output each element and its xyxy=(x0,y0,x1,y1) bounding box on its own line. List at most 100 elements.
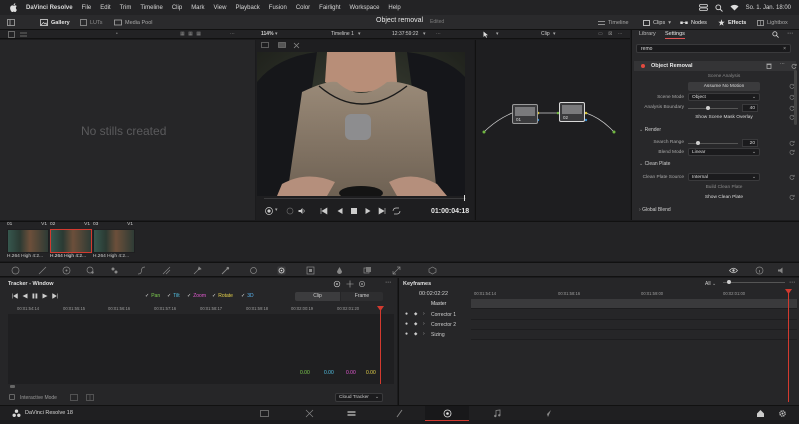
keyframes-zoom-slider[interactable] xyxy=(723,280,785,284)
track-forward-icon[interactable] xyxy=(42,293,48,299)
keyframes-track[interactable] xyxy=(471,330,797,340)
inspector-scrollbar[interactable] xyxy=(794,70,797,125)
blend-mode-select[interactable]: Linear ⌄ xyxy=(688,148,760,156)
track-reverse-icon[interactable] xyxy=(22,293,28,299)
build-clean-plate-button[interactable]: Build Clean Plate xyxy=(688,183,760,192)
keyframe-toggle-icon[interactable]: ◆ xyxy=(414,321,417,327)
interactive-mode-checkbox[interactable] xyxy=(9,394,15,400)
volume-icon[interactable] xyxy=(298,207,306,215)
go-to-end-icon[interactable] xyxy=(378,207,386,215)
keyframe-dot-icon[interactable]: ● xyxy=(405,321,408,327)
tracker-clip-tab[interactable]: Clip xyxy=(295,292,340,301)
cut-page-icon[interactable] xyxy=(305,409,314,418)
effect-options-icon[interactable]: ⋯ xyxy=(780,61,785,67)
search-range-field[interactable]: 20 xyxy=(742,139,758,147)
row-expand-chevron-right-icon[interactable]: › xyxy=(423,311,425,317)
node-01[interactable]: 01 xyxy=(512,104,538,124)
play-reverse-icon[interactable] xyxy=(336,207,344,215)
global-blend-section[interactable]: › Global Blend xyxy=(639,207,671,213)
show-scene-mask-overlay-button[interactable]: Show Scene Mask Overlay xyxy=(688,113,760,122)
clip-01[interactable]: 01 V1 H.264 High 4:2... xyxy=(7,222,49,262)
menu-view[interactable]: View xyxy=(214,5,227,11)
loop-playback-icon[interactable] xyxy=(392,207,401,215)
insert-point-icon[interactable] xyxy=(70,394,78,401)
wifi-icon[interactable] xyxy=(730,4,739,11)
deliver-page-icon[interactable] xyxy=(543,409,552,418)
media-page-icon[interactable] xyxy=(260,409,269,418)
panel-layout-icon[interactable] xyxy=(7,19,15,26)
effect-enabled-icon[interactable] xyxy=(641,64,645,68)
magic-mask-icon[interactable] xyxy=(306,266,315,275)
inspector-more-icon[interactable]: ⋯ xyxy=(787,30,793,37)
search-range-slider[interactable] xyxy=(688,141,738,145)
tracker-graph[interactable] xyxy=(8,306,394,384)
tilt-checkbox[interactable]: ✓ Tilt xyxy=(167,293,180,299)
effect-reset-icon[interactable] xyxy=(791,63,797,69)
analysis-boundary-knob[interactable] xyxy=(706,106,710,110)
viewer-options-icon[interactable]: ⋯ xyxy=(436,31,441,37)
tracker-type-select[interactable]: Cloud Tracker ⌄ xyxy=(335,393,383,402)
warper-icon[interactable] xyxy=(162,266,171,275)
timecode-dropdown-icon[interactable]: ▾ xyxy=(423,31,426,37)
keyframes-more-icon[interactable]: ⋯ xyxy=(789,279,795,286)
window-icon[interactable] xyxy=(249,266,258,275)
menu-edit[interactable]: Edit xyxy=(100,5,110,11)
clean-plate-source-select[interactable]: Internal ⌄ xyxy=(688,173,760,181)
info-icon[interactable] xyxy=(755,266,764,275)
viewer-transform-icon[interactable] xyxy=(293,42,300,49)
set-point-icon[interactable] xyxy=(86,394,94,401)
play-icon[interactable] xyxy=(364,207,372,215)
tracker-frame-tab[interactable]: Frame xyxy=(341,292,383,301)
go-to-start-icon[interactable] xyxy=(320,207,328,215)
node-graph[interactable]: 01 02 xyxy=(475,40,630,220)
qualifier-icon[interactable] xyxy=(193,266,202,275)
clips-dropdown-icon[interactable]: ▾ xyxy=(668,20,671,26)
viewer-scrubber[interactable] xyxy=(264,198,466,199)
track-pause-icon[interactable] xyxy=(32,293,38,299)
keyframes-filter[interactable]: All ⌄ xyxy=(705,281,716,287)
keyframes-playhead[interactable] xyxy=(788,290,789,402)
apple-icon[interactable] xyxy=(10,3,18,12)
menu-help[interactable]: Help xyxy=(388,5,400,11)
tracker-more-icon[interactable]: ⋯ xyxy=(385,279,391,286)
row-expand-chevron-right-icon[interactable]: › xyxy=(423,331,425,337)
keyframe-dot-icon[interactable]: ● xyxy=(405,331,408,337)
timeline-button[interactable]: Timeline xyxy=(598,18,629,27)
tracker-target-icon[interactable] xyxy=(333,280,341,288)
hdr-icon[interactable] xyxy=(110,266,119,275)
tracker-hscroll[interactable] xyxy=(10,385,15,388)
search-range-knob[interactable] xyxy=(696,141,700,145)
tracker-playhead[interactable] xyxy=(380,307,381,384)
keyframes-track[interactable] xyxy=(471,320,797,330)
viewer-monitor-icon[interactable] xyxy=(261,42,269,49)
object-removal-header[interactable]: Object Removal ⋯ xyxy=(634,61,797,71)
clips-button[interactable]: Clips ▾ xyxy=(643,18,671,27)
analysis-boundary-field[interactable]: 40 xyxy=(742,104,758,112)
delete-effect-icon[interactable] xyxy=(766,63,772,69)
lightbox-button[interactable]: Lightbox xyxy=(757,18,788,27)
audio-dropdown-icon[interactable]: ▾ xyxy=(275,207,278,213)
timeline-name[interactable]: Timeline 1 xyxy=(331,31,354,37)
keyframe-dot-icon[interactable]: ● xyxy=(405,311,408,317)
gallery-view-toggles[interactable]: ▦ ▦ ▦ xyxy=(180,31,202,37)
menu-file[interactable]: File xyxy=(82,5,92,11)
menu-timeline[interactable]: Timeline xyxy=(140,5,162,11)
menu-clip[interactable]: Clip xyxy=(172,5,182,11)
menu-app[interactable]: DaVinci Resolve xyxy=(26,5,73,11)
menu-color[interactable]: Color xyxy=(296,5,310,11)
pointer-tool-dropdown-icon[interactable]: ▾ xyxy=(496,31,499,37)
scene-mode-select[interactable]: Object ⌄ xyxy=(688,93,760,101)
color-picker-icon[interactable] xyxy=(221,266,230,275)
clip-mode-dropdown-icon[interactable]: ▾ xyxy=(553,31,556,37)
clip-02[interactable]: 02 V1 H.264 High 4:2... xyxy=(50,222,92,262)
track-forward-step-icon[interactable] xyxy=(52,293,58,299)
menu-playback[interactable]: Playback xyxy=(235,5,259,11)
keyframes-zoom-knob[interactable] xyxy=(727,280,731,284)
list-view-icon[interactable] xyxy=(20,31,27,38)
blend-mode-reset-icon[interactable] xyxy=(789,149,795,155)
clip-mode-label[interactable]: Clip xyxy=(541,31,550,37)
render-section[interactable]: ⌄ Render xyxy=(639,127,661,133)
luts-button[interactable]: LUTs xyxy=(80,18,103,27)
clean-plate-source-reset-icon[interactable] xyxy=(789,174,795,180)
row-expand-chevron-right-icon[interactable]: › xyxy=(423,321,425,327)
